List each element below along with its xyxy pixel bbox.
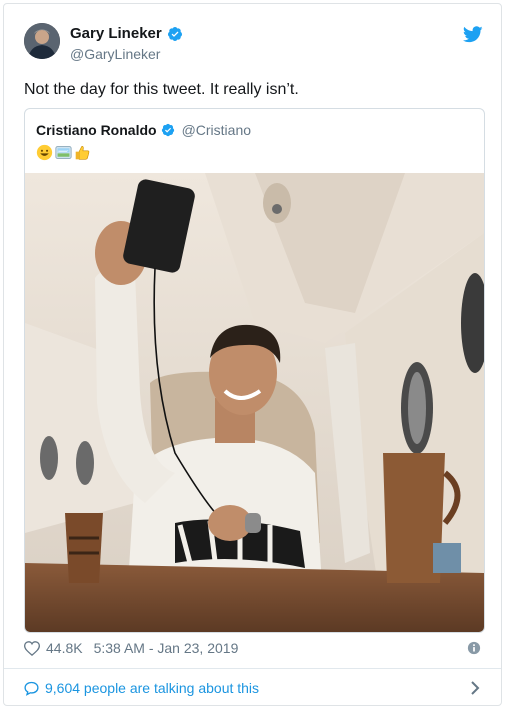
grinning-face-emoji bbox=[36, 144, 53, 161]
quoted-handle[interactable]: @Cristiano bbox=[182, 122, 251, 138]
author-handle[interactable]: @GaryLineker bbox=[70, 46, 160, 62]
emoji-row bbox=[36, 144, 91, 161]
tweet-meta: 44.8K 5:38 AM - Jan 23, 2019 bbox=[24, 640, 238, 656]
embedded-tweet-card: Gary Lineker @GaryLineker Not the day fo… bbox=[3, 3, 502, 706]
quoted-author-name[interactable]: Cristiano Ronaldo bbox=[36, 122, 157, 138]
quoted-tweet[interactable]: Cristiano Ronaldo @Cristiano bbox=[24, 108, 485, 633]
speech-bubble-icon bbox=[24, 681, 39, 696]
verified-badge-icon bbox=[167, 26, 182, 41]
divider bbox=[4, 668, 501, 669]
thumbs-up-emoji bbox=[75, 146, 90, 160]
tweet-timestamp[interactable]: 5:38 AM - Jan 23, 2019 bbox=[94, 640, 239, 656]
heart-icon[interactable] bbox=[24, 640, 40, 656]
conversation-count[interactable]: 9,604 people are talking about this bbox=[45, 680, 259, 696]
quoted-author[interactable]: Cristiano Ronaldo @Cristiano bbox=[36, 122, 251, 138]
author-name[interactable]: Gary Lineker bbox=[70, 25, 183, 42]
info-icon[interactable] bbox=[467, 641, 481, 655]
tweet-text: Not the day for this tweet. It really is… bbox=[24, 81, 299, 98]
quoted-photo[interactable] bbox=[25, 173, 484, 632]
author-name-text[interactable]: Gary Lineker bbox=[70, 25, 162, 42]
avatar[interactable] bbox=[24, 23, 60, 59]
verified-badge-icon bbox=[161, 123, 174, 137]
airplane-window-emoji bbox=[55, 146, 72, 159]
selfie-photo bbox=[25, 173, 484, 632]
like-count[interactable]: 44.8K bbox=[46, 640, 83, 656]
twitter-logo-icon[interactable] bbox=[463, 26, 483, 43]
conversation-link[interactable]: 9,604 people are talking about this bbox=[24, 680, 259, 696]
chevron-right-icon[interactable] bbox=[470, 681, 480, 695]
